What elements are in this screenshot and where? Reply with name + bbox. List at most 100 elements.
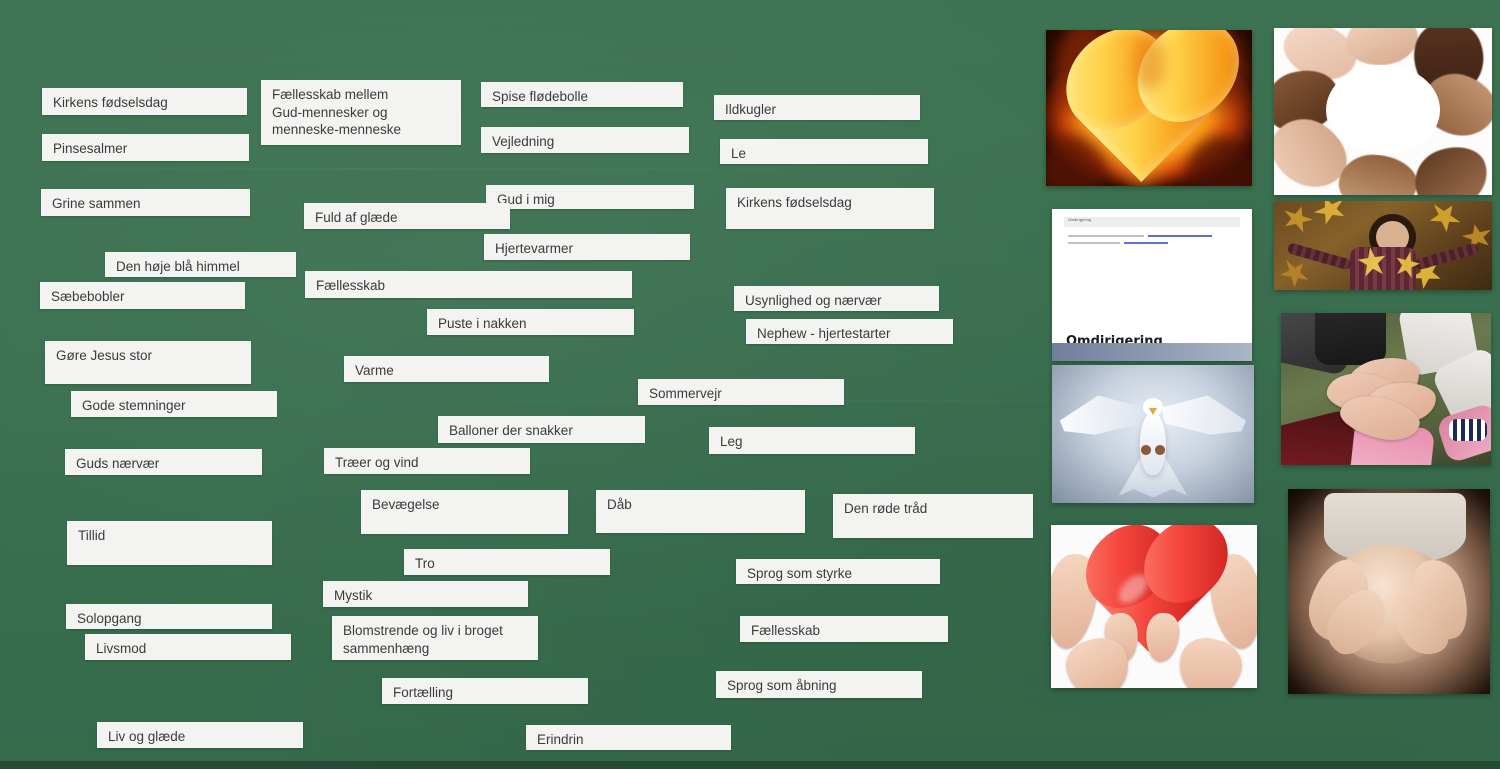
note-text: Sprog som styrke	[747, 566, 853, 581]
note-faellesskab-mellem[interactable]: Fællesskab mellem Gud-mennesker og menne…	[261, 80, 461, 145]
note-varme[interactable]: Varme	[344, 356, 549, 382]
note-traeer-og-vind[interactable]: Træer og vind	[324, 448, 530, 474]
hands-circle-image	[1274, 28, 1492, 195]
note-text: Tillid	[78, 528, 106, 543]
note-sommervejr[interactable]: Sommervejr	[638, 379, 844, 405]
note-text: Gøre Jesus stor	[56, 348, 153, 363]
note-text: Fællesskab	[316, 278, 386, 293]
note-text: Tro	[415, 556, 435, 571]
note-text: Solopgang	[77, 611, 142, 626]
note-usynlighed-og-naervaer[interactable]: Usynlighed og nærvær	[734, 286, 939, 311]
mindmap-board: Omdirigering Omdirigering Kirkens fødsel…	[0, 0, 1500, 769]
note-den-hoje-bla-himmel[interactable]: Den høje blå himmel	[105, 252, 296, 277]
note-text: Den røde tråd	[844, 501, 928, 516]
note-text: Fællesskab	[751, 623, 821, 638]
note-text: Den høje blå himmel	[116, 259, 240, 274]
note-balloner-der-snakker[interactable]: Balloner der snakker	[438, 416, 645, 443]
note-le[interactable]: Le	[720, 139, 928, 164]
note-text: Pinsesalmer	[53, 141, 128, 156]
note-gud-i-mig[interactable]: Gud i mig	[486, 185, 694, 209]
note-solopgang[interactable]: Solopgang	[66, 604, 272, 629]
note-fortaelling[interactable]: Fortælling	[382, 678, 588, 704]
note-text: Hjertevarmer	[495, 241, 574, 256]
note-text: Grine sammen	[52, 196, 141, 211]
child-autumn-leaves-image	[1274, 201, 1492, 290]
note-dab[interactable]: Dåb	[596, 490, 805, 533]
flaming-heart-image	[1046, 30, 1252, 186]
note-text: Fællesskab mellem Gud-mennesker og menne…	[272, 87, 402, 138]
slide-thumbnail-image: Omdirigering Omdirigering	[1052, 209, 1252, 361]
note-text: Sommervejr	[649, 386, 722, 401]
note-nephew-hjertestarter[interactable]: Nephew - hjertestarter	[746, 319, 953, 344]
note-text: Nephew - hjertestarter	[757, 326, 891, 341]
note-kirkens-fodselsdag-2[interactable]: Kirkens fødselsdag	[726, 188, 934, 229]
note-kirkens-fodselsdag-1[interactable]: Kirkens fødselsdag	[42, 88, 247, 115]
note-hjertevarmer[interactable]: Hjertevarmer	[484, 234, 690, 260]
note-vejledning[interactable]: Vejledning	[481, 127, 689, 153]
note-text: Fortælling	[393, 685, 454, 700]
red-heart-hands-image	[1051, 525, 1257, 688]
note-spise-flodeboller[interactable]: Spise flødebolle	[481, 82, 683, 107]
pregnant-belly-photo[interactable]	[1288, 489, 1490, 694]
note-leg[interactable]: Leg	[709, 427, 915, 454]
note-text: Puste i nakken	[438, 316, 527, 331]
note-ildkugler[interactable]: Ildkugler	[714, 95, 920, 120]
note-tro[interactable]: Tro	[404, 549, 610, 575]
pregnant-belly-image	[1288, 489, 1490, 694]
note-text: Le	[731, 146, 747, 161]
white-dove-image	[1052, 365, 1254, 503]
note-text: Spise flødebolle	[492, 89, 589, 104]
note-text: Livsmod	[96, 641, 147, 656]
note-text: Balloner der snakker	[449, 423, 573, 438]
note-sprog-som-styrke[interactable]: Sprog som styrke	[736, 559, 940, 584]
note-text: Vejledning	[492, 134, 555, 149]
note-sprog-som-abning[interactable]: Sprog som åbning	[716, 671, 922, 698]
note-grine-sammen[interactable]: Grine sammen	[41, 189, 250, 216]
doc-footer-bar	[1052, 342, 1252, 361]
note-text: Leg	[720, 434, 743, 449]
note-faellesskab-1[interactable]: Fællesskab	[305, 271, 632, 298]
note-pinsesalmer[interactable]: Pinsesalmer	[42, 134, 249, 161]
note-text: Erindrin	[537, 732, 584, 747]
note-text: Mystik	[334, 588, 373, 603]
note-guds-naervaer[interactable]: Guds nærvær	[65, 449, 262, 475]
flaming-heart-photo[interactable]	[1046, 30, 1252, 186]
note-text: Usynlighed og nærvær	[745, 293, 882, 308]
stacked-hands-photo[interactable]	[1281, 313, 1491, 465]
note-gore-jesus-stor[interactable]: Gøre Jesus stor	[45, 341, 251, 384]
red-heart-hands-photo[interactable]	[1051, 525, 1257, 688]
note-text: Træer og vind	[335, 455, 419, 470]
doc-header-label: Omdirigering	[1068, 218, 1091, 223]
stacked-hands-image	[1281, 313, 1491, 465]
note-faellesskab-2[interactable]: Fællesskab	[740, 616, 948, 642]
note-liv-og-glaede[interactable]: Liv og glæde	[97, 722, 303, 748]
note-text: Liv og glæde	[108, 729, 186, 744]
note-text: Fuld af glæde	[315, 210, 398, 225]
note-text: Gode stemninger	[82, 398, 186, 413]
note-gode-stemninger[interactable]: Gode stemninger	[71, 391, 277, 417]
note-text: Ildkugler	[725, 102, 777, 117]
note-text: Dåb	[607, 497, 632, 512]
note-text: Guds nærvær	[76, 456, 160, 471]
note-bevaegelse[interactable]: Bevægelse	[361, 490, 568, 534]
white-dove-photo[interactable]	[1052, 365, 1254, 503]
note-text: Sæbebobler	[51, 289, 125, 304]
note-text: Bevægelse	[372, 497, 440, 512]
note-text: Kirkens fødselsdag	[53, 95, 168, 110]
note-saebebobler[interactable]: Sæbebobler	[40, 282, 245, 309]
note-livsmod[interactable]: Livsmod	[85, 634, 291, 660]
note-blomstrende-og-liv[interactable]: Blomstrende og liv i broget sammenhæng	[332, 616, 538, 660]
note-text: Kirkens fødselsdag	[737, 195, 852, 210]
note-text: Blomstrende og liv i broget sammenhæng	[343, 623, 503, 656]
note-puste-i-nakken[interactable]: Puste i nakken	[427, 309, 634, 335]
note-text: Varme	[355, 363, 394, 378]
note-tillid[interactable]: Tillid	[67, 521, 272, 565]
note-fuld-af-glaede[interactable]: Fuld af glæde	[304, 203, 510, 229]
note-den-rode-trad[interactable]: Den røde tråd	[833, 494, 1033, 538]
hands-circle-photo[interactable]	[1274, 28, 1492, 195]
child-autumn-leaves-photo[interactable]	[1274, 201, 1492, 290]
note-text: Sprog som åbning	[727, 678, 837, 693]
note-erindrin[interactable]: Erindrin	[526, 725, 731, 750]
note-mystik[interactable]: Mystik	[323, 581, 528, 607]
slide-thumbnail-photo[interactable]: Omdirigering Omdirigering	[1052, 209, 1252, 361]
